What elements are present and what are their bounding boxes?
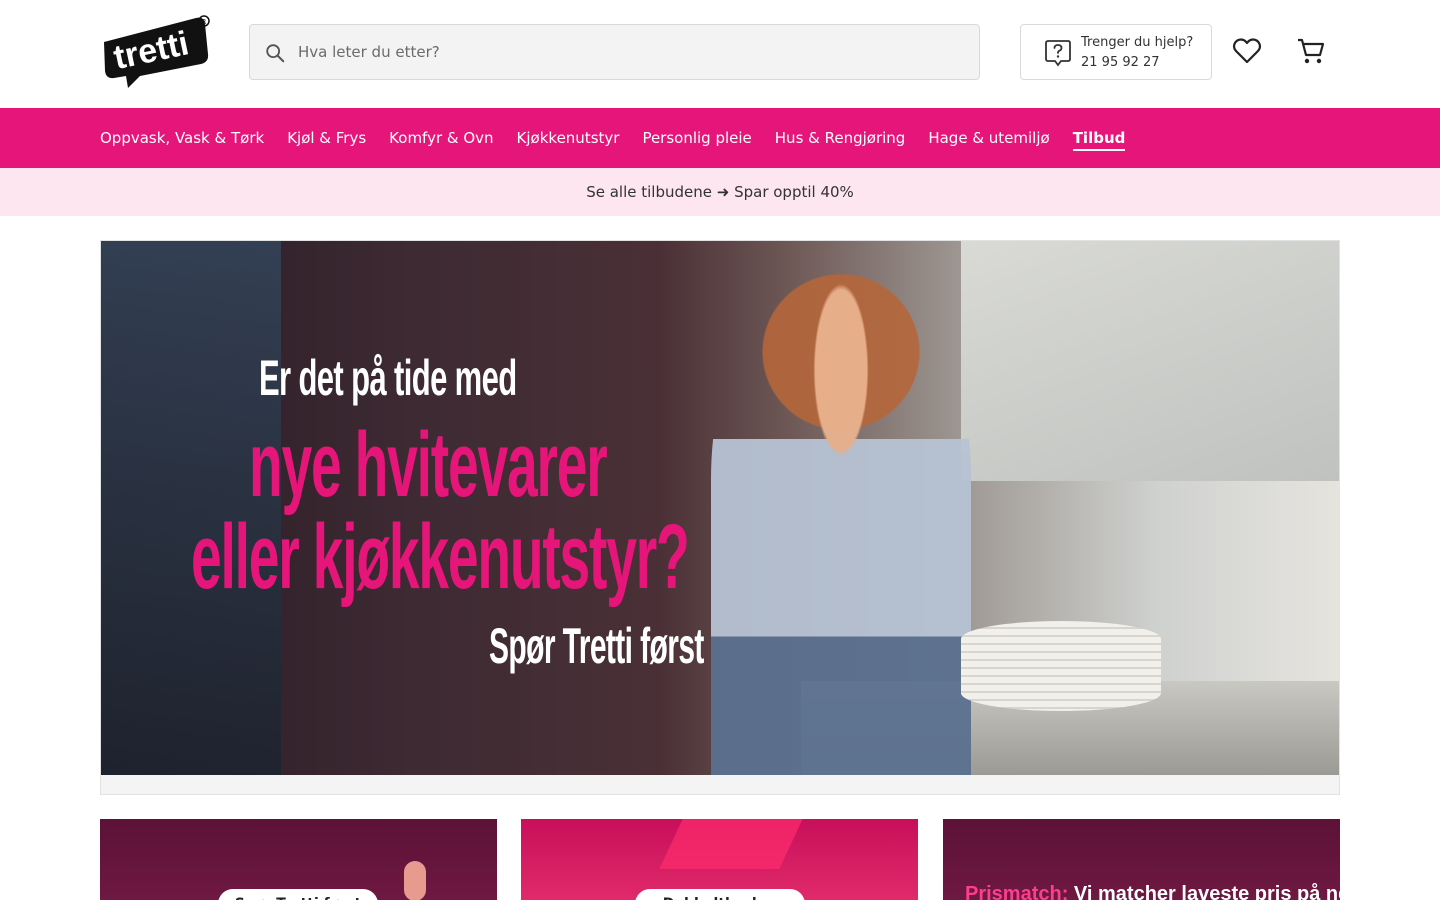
- nav-item[interactable]: Tilbud: [1072, 129, 1126, 151]
- svg-text:R: R: [202, 18, 207, 26]
- hero-line-1: Er det på tide med: [259, 350, 517, 406]
- tretti-logo[interactable]: tretti R: [100, 14, 210, 90]
- nav-item[interactable]: Kjøkkenutstyr: [517, 129, 620, 147]
- search-icon[interactable]: [264, 42, 286, 64]
- heart-icon[interactable]: [1232, 36, 1262, 66]
- hero-line-4: Spør Tretti først: [489, 618, 704, 674]
- help-button[interactable]: Trenger du hjelp? 21 95 92 27: [1020, 24, 1212, 80]
- hero-image: Er det på tide med nye hvitevarer eller …: [101, 241, 1339, 775]
- card-ribbon-shape: [659, 819, 803, 869]
- hero-plates-shape: [961, 621, 1161, 711]
- svg-text:tretti: tretti: [110, 24, 192, 77]
- card-text: Vi matcher laveste pris på nett: [1068, 883, 1340, 900]
- help-question-icon: [1045, 40, 1071, 67]
- promo-card-1[interactable]: Spør Tretti først: [100, 819, 497, 900]
- category-nav: Oppvask, Vask & Tørk Kjøl & Frys Komfyr & …: [0, 108, 1440, 168]
- nav-item[interactable]: Hage & utemiljø: [928, 129, 1049, 147]
- cart-icon[interactable]: [1296, 36, 1326, 66]
- site-header: tretti R Trenger du hjelp? 21 95 92 27: [0, 0, 1440, 108]
- help-phone: 21 95 92 27: [1081, 55, 1160, 70]
- hero-cabinet-shape: [961, 241, 1339, 481]
- hero-line-3: eller kjøkkenutstyr?: [191, 506, 690, 608]
- hero-line-2: nye hvitevarer: [249, 414, 608, 516]
- help-title: Trenger du hjelp?: [1081, 35, 1194, 50]
- search-bar[interactable]: [249, 24, 980, 80]
- promo-card-2[interactable]: Dobbeltbruker: [521, 819, 918, 900]
- search-input[interactable]: [298, 25, 968, 79]
- nav-item[interactable]: Komfyr & Ovn: [389, 129, 493, 147]
- nav-item[interactable]: Kjøl & Frys: [287, 129, 366, 147]
- nav-item[interactable]: Hus & Rengjøring: [775, 129, 906, 147]
- nav-item[interactable]: Personlig pleie: [642, 129, 751, 147]
- promo-card-3[interactable]: Prismatch: Vi matcher laveste pris på ne…: [943, 819, 1340, 900]
- card-highlight: Prismatch:: [965, 883, 1069, 900]
- promo-banner[interactable]: Se alle tilbudene ➜ Spar opptil 40%: [0, 168, 1440, 216]
- hero-banner[interactable]: Er det på tide med nye hvitevarer eller …: [100, 240, 1340, 795]
- card-decoration: [404, 861, 426, 900]
- card-pill-label: Spør Tretti først: [218, 889, 378, 900]
- hero-person-shape: [711, 281, 971, 775]
- card-price-match-text: Prismatch: Vi matcher laveste pris på ne…: [965, 883, 1340, 900]
- nav-item[interactable]: Oppvask, Vask & Tørk: [100, 129, 264, 147]
- card-pill-label: Dobbeltbruker: [635, 889, 805, 900]
